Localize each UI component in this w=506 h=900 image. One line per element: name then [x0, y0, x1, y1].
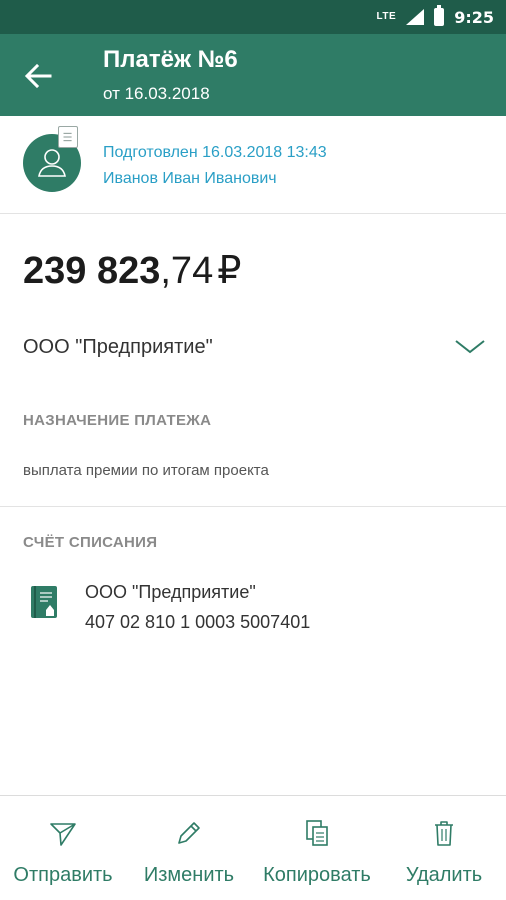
app-bar: Платёж №6 от 16.03.2018 — [0, 34, 506, 116]
document-badge-icon — [58, 126, 78, 148]
page-subtitle: от 16.03.2018 — [103, 84, 210, 103]
payment-amount: 239 823,74 ₽ — [23, 248, 241, 293]
account-name: ООО "Предприятие" — [85, 582, 256, 602]
copy-button[interactable]: Копировать — [252, 796, 382, 900]
send-icon — [50, 823, 76, 846]
battery-icon — [434, 5, 445, 26]
payee-name: ООО "Предприятие" — [23, 336, 213, 358]
purpose-text: выплата премии по итогам проекта — [23, 462, 269, 479]
bottom-action-bar: Отправить Изменить Копировать Удалить — [0, 795, 506, 900]
amount-cents: ,74 — [160, 250, 214, 292]
delete-label: Удалить — [405, 864, 483, 886]
author-block: Подготовлен 16.03.2018 13:43 Иванов Иван… — [0, 116, 506, 214]
pencil-icon — [178, 822, 200, 844]
send-label: Отправить — [13, 864, 113, 886]
network-type-label: LTE — [376, 11, 397, 22]
back-arrow-icon[interactable] — [22, 60, 54, 92]
page-title: Платёж №6 — [103, 46, 238, 73]
edit-label: Изменить — [143, 864, 235, 886]
currency-symbol: ₽ — [217, 250, 242, 292]
copy-label: Копировать — [263, 864, 371, 886]
payee-selector[interactable]: ООО "Предприятие" — [23, 336, 489, 366]
signal-icon — [406, 9, 425, 25]
send-button[interactable]: Отправить — [0, 796, 126, 900]
copy-icon — [306, 820, 328, 846]
prepared-status: Подготовлен 16.03.2018 13:43 — [103, 144, 327, 161]
account-book-icon — [31, 586, 57, 618]
purpose-label: НАЗНАЧЕНИЕ ПЛАТЕЖА — [23, 412, 212, 429]
status-time: 9:25 — [454, 7, 494, 27]
delete-button[interactable]: Удалить — [382, 796, 506, 900]
debit-account-label: СЧЁТ СПИСАНИЯ — [23, 534, 158, 551]
edit-button[interactable]: Изменить — [126, 796, 252, 900]
author-name[interactable]: Иванов Иван Иванович — [103, 170, 277, 188]
chevron-down-icon[interactable] — [455, 338, 485, 356]
trash-icon — [435, 821, 453, 846]
amount-integer: 239 823 — [23, 250, 161, 292]
section-divider — [0, 506, 506, 507]
debit-account: ООО "Предприятие" 407 02 810 1 0003 5007… — [23, 580, 489, 640]
account-number: 407 02 810 1 0003 5007401 — [85, 612, 311, 632]
status-bar: LTE 9:25 — [0, 0, 506, 34]
